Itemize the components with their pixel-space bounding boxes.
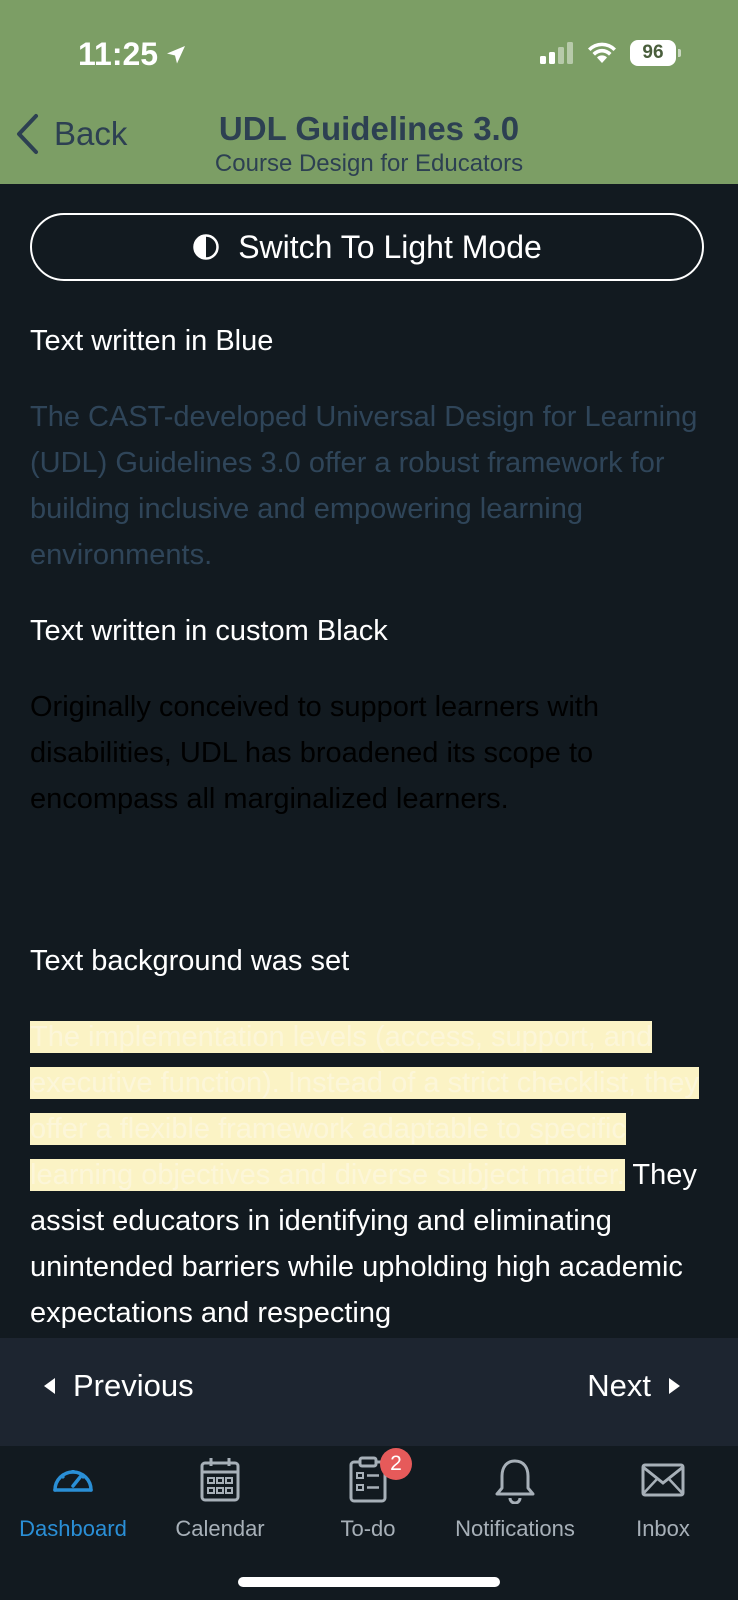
tab-notifications[interactable]: Notifications (440, 1454, 590, 1542)
back-label: Back (54, 115, 128, 152)
app-header: UDL Guidelines 3.0 Course Design for Edu… (0, 110, 738, 184)
status-indicators: 96 (540, 40, 681, 66)
pager-bar: Previous Next (0, 1338, 738, 1446)
dashboard-gauge-icon (49, 1454, 97, 1506)
tab-label: Inbox (636, 1516, 690, 1541)
tab-dashboard[interactable]: Dashboard (0, 1454, 148, 1542)
blue-text-paragraph: The CAST-developed Universal Design for … (30, 401, 698, 571)
previous-button[interactable]: Previous (44, 1368, 194, 1404)
caret-left-icon (44, 1378, 55, 1394)
black-text-paragraph: Originally conceived to support learners… (30, 691, 599, 815)
calendar-icon (196, 1454, 244, 1506)
clipboard-icon: 2 (344, 1448, 412, 1506)
switch-light-mode-label: Switch To Light Mode (238, 228, 542, 265)
section-heading-blue: Text written in Blue (30, 325, 274, 357)
tab-label: Dashboard (19, 1516, 127, 1541)
tab-to-do[interactable]: 2 To-do (293, 1448, 443, 1542)
content-area[interactable]: Text written in Blue The CAST-developed … (30, 318, 720, 1338)
chevron-left-icon (17, 114, 38, 154)
wifi-icon (588, 42, 616, 63)
battery-indicator: 96 (630, 40, 681, 66)
cellular-signal-icon (540, 42, 573, 64)
status-time: 11:25 (78, 36, 159, 72)
section-heading-black: Text written in custom Black (30, 615, 388, 647)
tab-label: Calendar (175, 1516, 265, 1541)
tab-label: To-do (340, 1516, 396, 1541)
section-heading-background: Text background was set (30, 945, 350, 977)
tab-inbox[interactable]: Inbox (588, 1454, 738, 1542)
highlighted-paragraph: The implementation levels (access, suppo… (30, 1014, 720, 1336)
tab-label: Notifications (455, 1516, 575, 1541)
previous-label: Previous (73, 1368, 194, 1403)
caret-right-icon (669, 1378, 680, 1394)
home-indicator[interactable] (238, 1577, 500, 1587)
contrast-icon (193, 234, 219, 260)
highlighted-text: The implementation levels (access, suppo… (30, 1021, 699, 1191)
status-bar: 11:25 96 (0, 0, 738, 110)
bell-icon (491, 1454, 539, 1506)
tab-calendar[interactable]: Calendar (145, 1454, 295, 1542)
next-button[interactable]: Next (587, 1368, 680, 1404)
status-time-group: 11:25 (78, 36, 188, 73)
back-button[interactable]: Back (14, 112, 127, 156)
location-arrow-icon (167, 45, 186, 63)
next-label: Next (587, 1368, 651, 1403)
todo-count-badge: 2 (380, 1448, 412, 1480)
switch-light-mode-button[interactable]: Switch To Light Mode (30, 213, 704, 281)
envelope-icon (639, 1454, 687, 1506)
